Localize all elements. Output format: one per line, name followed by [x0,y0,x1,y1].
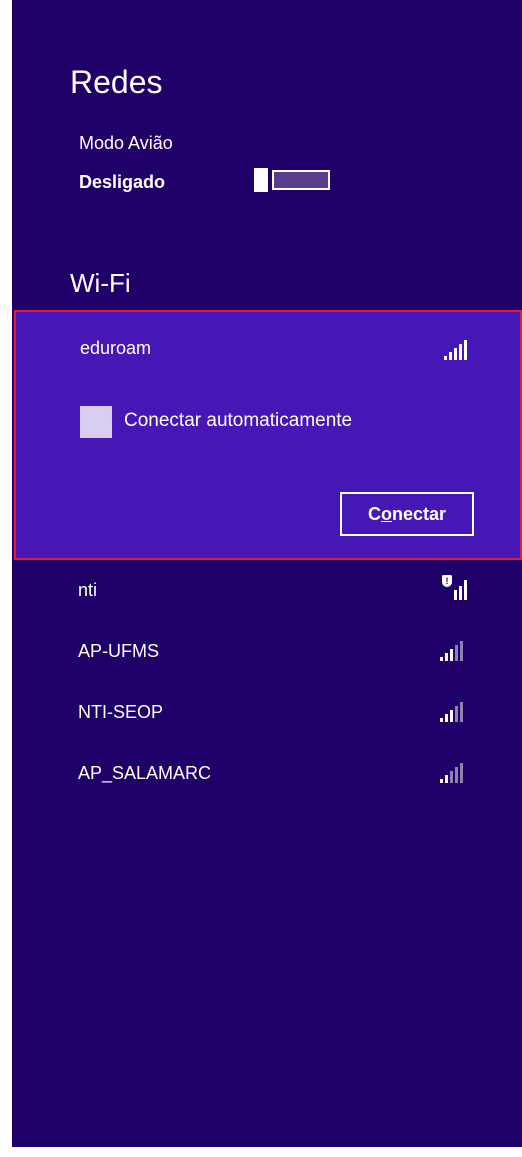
network-item-selected[interactable]: eduroam Conectar automaticamente Co necta… [14,310,522,560]
connect-label-rest: nectar [391,503,447,524]
network-item-nti[interactable]: nti ! [12,572,522,612]
auto-connect-checkbox[interactable] [80,406,112,438]
wifi-signal-secured-warning-icon: ! [442,575,474,600]
airplane-mode-state: Desligado [79,172,166,192]
network-name: nti [78,580,98,600]
connect-button[interactable]: Co nectar [340,492,474,536]
wifi-signal-icon [440,700,470,722]
toggle-track [272,170,330,190]
auto-connect-label: Conectar automaticamente [124,410,353,431]
networks-panel: Redes Modo Avião Desligado Wi-Fi eduroam… [12,0,522,1147]
connect-label-o: o [380,503,392,524]
connect-label-c: C [367,503,381,524]
airplane-mode-label: Modo Avião [79,133,173,153]
network-name: NTI-SEOP [78,702,164,722]
wifi-signal-icon [444,338,474,360]
shield-warning-icon: ! [442,575,452,587]
airplane-mode-toggle[interactable] [254,168,330,192]
network-item-nti-seop[interactable]: NTI-SEOP [12,694,522,734]
wifi-signal-icon [440,639,470,661]
network-item-ap-salamarc[interactable]: AP_SALAMARC [12,755,522,795]
network-item-ap-ufms[interactable]: AP-UFMS [12,633,522,673]
wifi-section-title: Wi-Fi [70,268,131,298]
toggle-thumb [254,168,268,192]
network-name: AP_SALAMARC [78,763,212,783]
panel-title: Redes [70,64,163,100]
wifi-signal-icon [440,761,470,783]
network-name: eduroam [80,338,152,358]
network-name: AP-UFMS [78,641,159,661]
